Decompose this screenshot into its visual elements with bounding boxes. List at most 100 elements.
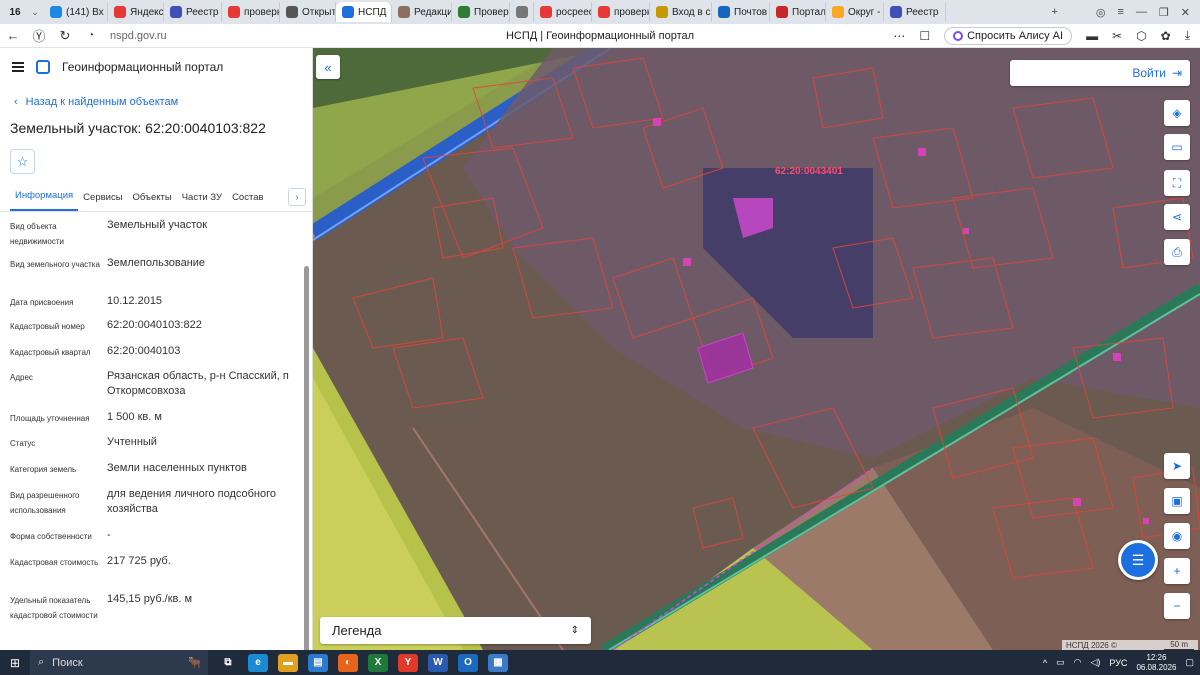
download-icon[interactable]: ⤓ — [1185, 28, 1190, 43]
notepad-icon[interactable]: ▦ — [488, 653, 508, 672]
legend-dropdown[interactable]: Легенда ⇕ — [320, 617, 591, 644]
geo-search-button[interactable]: ◉ — [1164, 523, 1190, 549]
tab-favicon-icon — [50, 6, 62, 18]
clock[interactable]: 12:26 06.08.2026 — [1136, 653, 1176, 673]
more-icon[interactable]: ⋯ — [893, 29, 905, 43]
clock-date: 06.08.2026 — [1136, 662, 1177, 672]
search-decoration-icon: 🐂 — [188, 657, 202, 669]
browser-tab[interactable]: (141) Вх — [44, 2, 108, 22]
browser-tab[interactable]: Реестр — [884, 2, 946, 22]
reload-icon[interactable]: ↻ — [52, 28, 78, 44]
extensions-icon[interactable]: ⬡ — [1136, 29, 1146, 43]
file-explorer-icon[interactable]: ▬ — [278, 653, 298, 672]
property-key: Категория земель — [10, 465, 77, 474]
yandex-home-icon[interactable]: Ⓨ — [26, 26, 52, 45]
tabs-next-chevron-icon[interactable]: › — [288, 188, 306, 206]
menu-icon[interactable] — [12, 62, 24, 72]
browser-tab[interactable]: проверк — [592, 2, 650, 22]
ruler-icon: ▭ — [1171, 140, 1183, 154]
tab-list-chevron-icon[interactable]: ⌄ — [26, 7, 44, 18]
sidebar-scrollbar[interactable] — [304, 266, 309, 671]
bookmarks-icon[interactable]: ≡ — [1117, 6, 1123, 19]
browser-tab[interactable]: росреес — [534, 2, 592, 22]
bookmark-icon[interactable]: ☐ — [919, 29, 930, 43]
browser-tab[interactable]: Реестр — [164, 2, 222, 22]
select-area-button[interactable]: ⛶ — [1164, 170, 1190, 196]
keyboard-language[interactable]: РУС — [1109, 658, 1127, 668]
browser-tab[interactable]: Открыт — [280, 2, 336, 22]
notifications-icon[interactable]: ▢ — [1185, 657, 1194, 668]
firefox-icon[interactable]: ◐ — [338, 653, 358, 672]
wifi-icon[interactable]: ◠ — [1074, 657, 1082, 668]
tab-favicon-icon — [114, 6, 126, 18]
browser-tab[interactable]: НСПД✕ — [336, 2, 392, 22]
tab-parts[interactable]: Части ЗУ — [177, 192, 227, 211]
property-row: Кадастровая стоимость 217 725 руб. — [0, 554, 300, 570]
screen-icon[interactable]: ▬ — [1086, 29, 1098, 43]
minimize-icon[interactable]: — — [1136, 6, 1147, 19]
tab-objects[interactable]: Объекты — [128, 192, 177, 211]
property-key: Вид разрешенного использования — [10, 491, 80, 515]
browser-tab[interactable] — [510, 2, 534, 22]
tab-favicon-icon — [832, 6, 844, 18]
tray-chevron-icon[interactable]: ^ — [1043, 658, 1047, 668]
network-icon[interactable]: ▭ — [1056, 657, 1065, 668]
tab-favicon-icon — [398, 6, 410, 18]
yandex-browser-icon[interactable]: Y — [398, 653, 418, 672]
zoom-in-button[interactable]: + — [1164, 558, 1190, 584]
share-button[interactable]: ⋖ — [1164, 204, 1190, 230]
property-row: Площадь уточненная 1 500 кв. м — [0, 410, 300, 426]
volume-icon[interactable]: ◁) — [1090, 657, 1100, 668]
close-window-icon[interactable]: ✕ — [1181, 6, 1190, 19]
back-to-results-link[interactable]: ‹ Назад к найденным объектам — [14, 96, 312, 108]
site-info-icon[interactable]: ◔ — [78, 30, 104, 41]
property-row: Статус Учтенный — [0, 435, 300, 451]
layers-button[interactable]: ◈ — [1164, 100, 1190, 126]
tab-services[interactable]: Сервисы — [78, 192, 127, 211]
back-arrow-icon[interactable]: ← — [0, 28, 26, 43]
taskbar-search[interactable]: ⌕ Поиск 🐂 — [30, 650, 208, 675]
property-row: Вид разрешенного использования для ведени… — [0, 487, 300, 518]
minimap-button[interactable]: ▣ — [1164, 488, 1190, 514]
browser-tab[interactable]: Округ - — [826, 2, 884, 22]
tab-label: Портал — [792, 6, 826, 18]
edge-icon[interactable]: e — [248, 653, 268, 672]
ask-alice-button[interactable]: Спросить Алису AI — [944, 26, 1073, 45]
browser-tab[interactable]: Портал — [770, 2, 826, 22]
ruler-button[interactable]: ▭ — [1164, 134, 1190, 160]
taskbar: ⊞ ⌕ Поиск 🐂 ⧉ e ▬ ▤ ◐ X Y W O ▦ ^ ▭ ◠ ◁)… — [0, 650, 1200, 675]
browser-tab[interactable]: Редакци — [392, 2, 452, 22]
tab-information[interactable]: Информация — [10, 190, 79, 211]
zoom-out-button[interactable]: − — [1164, 593, 1190, 619]
excel-icon[interactable]: X — [368, 653, 388, 672]
tab-count-badge[interactable]: 16 — [4, 3, 26, 21]
tools-icon[interactable]: ✂ — [1112, 29, 1122, 43]
puzzle-icon[interactable]: ✿ — [1161, 29, 1171, 43]
browser-tab[interactable]: Провер — [452, 2, 510, 22]
word-icon[interactable]: W — [428, 653, 448, 672]
url-text[interactable]: nspd.gov.ru — [110, 30, 167, 42]
share-icon: ⋖ — [1171, 210, 1183, 224]
browser-tab[interactable]: Почтов — [712, 2, 770, 22]
map-view[interactable] — [313, 48, 1200, 650]
store-icon[interactable]: ▤ — [308, 653, 328, 672]
collapse-panel-button[interactable]: « — [316, 55, 340, 79]
browser-tab[interactable]: проверк — [222, 2, 280, 22]
profile-icon[interactable]: ◎ — [1096, 6, 1106, 19]
locate-button[interactable]: ➤ — [1164, 453, 1190, 479]
browser-tab[interactable]: Яндекс — [108, 2, 164, 22]
tab-composition[interactable]: Состав — [227, 192, 268, 211]
task-view-icon[interactable]: ⧉ — [218, 654, 238, 672]
property-row: Кадастровый квартал 62:20:0040103 — [0, 344, 300, 360]
restore-icon[interactable]: ❐ — [1159, 6, 1169, 19]
back-link-label: Назад к найденным объектам — [25, 96, 179, 108]
chat-button[interactable]: ☰ — [1118, 540, 1158, 580]
favorite-star-icon[interactable]: ☆ — [10, 149, 35, 174]
outlook-icon[interactable]: O — [458, 653, 478, 672]
login-button[interactable]: Войти ⇥ — [1010, 60, 1190, 86]
browser-tab[interactable]: Вход в с — [650, 2, 712, 22]
tab-label: Яндекс — [130, 6, 164, 18]
windows-start-icon[interactable]: ⊞ — [0, 656, 30, 670]
print-button[interactable]: ⎙ — [1164, 239, 1190, 265]
new-tab-plus-icon[interactable]: + — [1051, 6, 1057, 19]
